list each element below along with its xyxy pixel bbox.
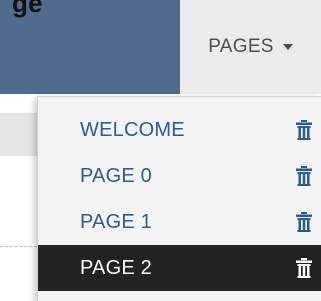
caret-down-icon (282, 44, 293, 50)
menu-item-page-0[interactable]: PAGE 0 (38, 153, 321, 199)
menu-item-label: PAGE 0 (80, 164, 152, 187)
header-partial-title: ge (12, 0, 43, 18)
background-divider (0, 246, 42, 247)
trash-icon[interactable] (296, 258, 312, 278)
menu-item-page-2[interactable]: PAGE 2 (38, 245, 321, 291)
trash-icon[interactable] (296, 120, 312, 140)
app-viewport: ge PAGES WELCOME PAGE 0 PAGE 1 PAGE 2 (0, 0, 321, 301)
menu-item-page-1[interactable]: PAGE 1 (38, 199, 321, 245)
pages-dropdown-toggle[interactable]: PAGES (180, 0, 321, 94)
menu-item-welcome[interactable]: WELCOME (38, 107, 321, 153)
menu-item-label: WELCOME (80, 118, 185, 141)
trash-icon[interactable] (296, 166, 312, 186)
pages-dropdown-menu: WELCOME PAGE 0 PAGE 1 PAGE 2 (37, 96, 321, 301)
menu-item-label: PAGE 2 (80, 256, 152, 279)
pages-tab-label: PAGES (208, 36, 274, 57)
trash-icon[interactable] (296, 212, 312, 232)
menu-item-label: PAGE 1 (80, 210, 152, 233)
